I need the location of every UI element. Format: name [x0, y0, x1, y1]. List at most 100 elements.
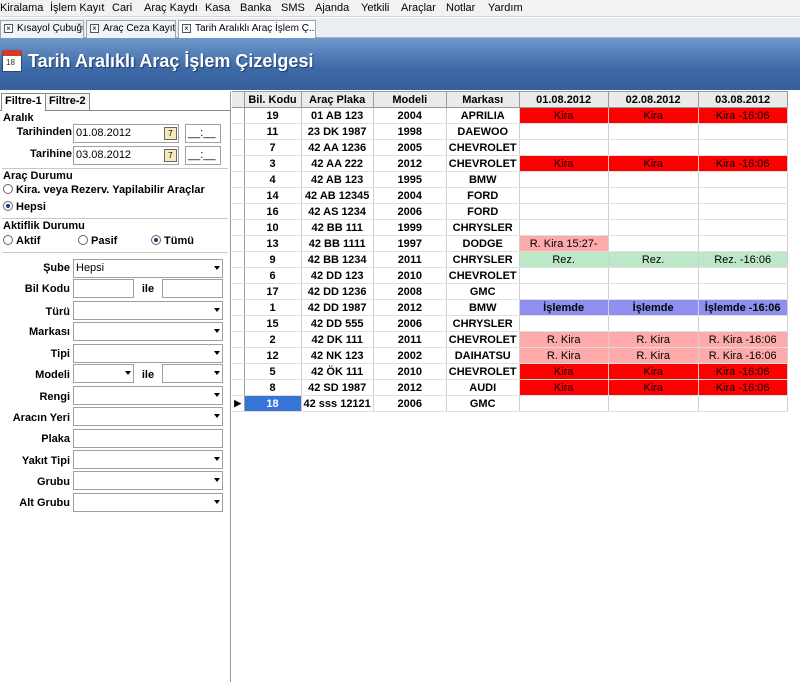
- day-status-cell[interactable]: [608, 187, 699, 204]
- model-cell[interactable]: 2008: [373, 283, 447, 300]
- model-cell[interactable]: 1997: [373, 235, 447, 252]
- model-cell[interactable]: 2011: [373, 251, 447, 268]
- day-status-cell[interactable]: Kira: [608, 363, 699, 380]
- day-status-cell[interactable]: [608, 203, 699, 220]
- plaka-cell[interactable]: 42 AS 1234: [301, 203, 374, 220]
- marka-cell[interactable]: CHEVROLET: [446, 331, 520, 348]
- marka-cell[interactable]: BMW: [446, 299, 520, 316]
- day-status-cell[interactable]: [698, 203, 788, 220]
- to-date-field[interactable]: 03.08.2012 7: [73, 146, 179, 165]
- column-header[interactable]: 03.08.2012: [697, 91, 788, 108]
- table-row[interactable]: 4 42 AB 123 1995 BMW: [232, 171, 788, 188]
- bil-kodu-cell[interactable]: 10: [244, 219, 302, 236]
- tab-filtre-2[interactable]: Filtre-2: [45, 93, 90, 110]
- alt-grubu-select[interactable]: [73, 493, 223, 512]
- day-status-cell[interactable]: [519, 219, 609, 236]
- model-cell[interactable]: 2006: [373, 203, 447, 220]
- sube-select[interactable]: Hepsi: [73, 259, 223, 278]
- bil-kodu-cell[interactable]: 2: [244, 331, 302, 348]
- day-status-cell[interactable]: [519, 187, 609, 204]
- table-row[interactable]: ▶ 18 42 sss 12121 2006 GMC: [232, 395, 788, 412]
- column-header[interactable]: Modeli: [372, 91, 447, 108]
- menu-banka[interactable]: Banka: [240, 2, 271, 14]
- bil-kodu-cell[interactable]: 19: [244, 107, 302, 124]
- table-row[interactable]: 16 42 AS 1234 2006 FORD: [232, 203, 788, 220]
- day-status-cell[interactable]: Kira: [519, 379, 609, 396]
- marka-cell[interactable]: CHRYSLER: [446, 219, 520, 236]
- marka-cell[interactable]: GMC: [446, 283, 520, 300]
- bil-kodu-cell[interactable]: 15: [244, 315, 302, 332]
- radio-pasif[interactable]: Pasif: [78, 235, 117, 247]
- radio-all-vehicles[interactable]: Hepsi: [3, 201, 46, 213]
- marka-cell[interactable]: GMC: [446, 395, 520, 412]
- calendar-picker-icon[interactable]: 7: [164, 127, 177, 140]
- day-status-cell[interactable]: [698, 395, 788, 412]
- model-cell[interactable]: 2002: [373, 347, 447, 364]
- modeli-to-select[interactable]: [162, 364, 223, 383]
- model-cell[interactable]: 2010: [373, 267, 447, 284]
- day-status-cell[interactable]: R. Kira: [608, 331, 699, 348]
- table-row[interactable]: 2 42 DK 111 2011 CHEVROLET R. Kira R. Kira R. …: [232, 331, 788, 348]
- aracin-yeri-select[interactable]: [73, 407, 223, 426]
- menu-arac-kaydi[interactable]: Araç Kaydı: [144, 2, 198, 14]
- day-status-cell[interactable]: [608, 283, 699, 300]
- model-cell[interactable]: 2004: [373, 187, 447, 204]
- model-cell[interactable]: 2005: [373, 139, 447, 156]
- day-status-cell[interactable]: Kira -16:06: [698, 107, 788, 124]
- day-status-cell[interactable]: R. Kira: [519, 331, 609, 348]
- plaka-cell[interactable]: 42 AA 1236: [301, 139, 374, 156]
- menu-kiralama[interactable]: Kiralama: [0, 2, 43, 14]
- grubu-select[interactable]: [73, 471, 223, 490]
- rengi-select[interactable]: [73, 386, 223, 405]
- plaka-cell[interactable]: 42 DD 1236: [301, 283, 374, 300]
- table-row[interactable]: 15 42 DD 555 2006 CHRYSLER: [232, 315, 788, 332]
- day-status-cell[interactable]: Rez. -16:06: [698, 251, 788, 268]
- bil-kodu-cell[interactable]: 6: [244, 267, 302, 284]
- model-cell[interactable]: 2006: [373, 315, 447, 332]
- menu-ajanda[interactable]: Ajanda: [315, 2, 349, 14]
- day-status-cell[interactable]: [519, 315, 609, 332]
- day-status-cell[interactable]: R. Kira -16:06: [698, 331, 788, 348]
- modeli-from-select[interactable]: [73, 364, 134, 383]
- day-status-cell[interactable]: Kira: [608, 107, 699, 124]
- day-status-cell[interactable]: [698, 219, 788, 236]
- plaka-cell[interactable]: 42 DD 555: [301, 315, 374, 332]
- menu-yetkili[interactable]: Yetkili: [361, 2, 389, 14]
- day-status-cell[interactable]: [519, 267, 609, 284]
- marka-cell[interactable]: DAIHATSU: [446, 347, 520, 364]
- plaka-cell[interactable]: 42 DD 123: [301, 267, 374, 284]
- day-status-cell[interactable]: [519, 171, 609, 188]
- day-status-cell[interactable]: [698, 139, 788, 156]
- menu-sms[interactable]: SMS: [281, 2, 305, 14]
- marka-cell[interactable]: DODGE: [446, 235, 520, 252]
- day-status-cell[interactable]: Kira: [519, 155, 609, 172]
- model-cell[interactable]: 2004: [373, 107, 447, 124]
- marka-cell[interactable]: FORD: [446, 203, 520, 220]
- bil-kodu-cell[interactable]: 11: [244, 123, 302, 140]
- menu-yardim[interactable]: Yardım: [488, 2, 523, 14]
- bil-kodu-to-field[interactable]: [162, 279, 223, 298]
- bil-kodu-from-field[interactable]: [73, 279, 134, 298]
- day-status-cell[interactable]: [698, 267, 788, 284]
- marka-cell[interactable]: CHRYSLER: [446, 315, 520, 332]
- marka-cell[interactable]: BMW: [446, 171, 520, 188]
- table-row[interactable]: 17 42 DD 1236 2008 GMC: [232, 283, 788, 300]
- tab-filtre-1[interactable]: Filtre-1: [1, 93, 46, 111]
- day-status-cell[interactable]: R. Kira: [608, 347, 699, 364]
- radio-tumu[interactable]: Tümü: [151, 235, 194, 247]
- marka-cell[interactable]: APRILIA: [446, 107, 520, 124]
- menu-kasa[interactable]: Kasa: [205, 2, 230, 14]
- close-icon[interactable]: ×: [182, 24, 191, 33]
- bil-kodu-cell[interactable]: 13: [244, 235, 302, 252]
- marka-cell[interactable]: AUDI: [446, 379, 520, 396]
- bil-kodu-cell[interactable]: 12: [244, 347, 302, 364]
- tab-tarih-aralikli[interactable]: × Tarih Aralıklı Araç İşlem Ç...: [178, 20, 316, 39]
- day-status-cell[interactable]: İşlemde -16:06: [698, 299, 788, 316]
- marka-cell[interactable]: CHEVROLET: [446, 139, 520, 156]
- day-status-cell[interactable]: Kira: [519, 107, 609, 124]
- day-status-cell[interactable]: Kira -16:06: [698, 155, 788, 172]
- day-status-cell[interactable]: [519, 139, 609, 156]
- marka-cell[interactable]: CHEVROLET: [446, 267, 520, 284]
- day-status-cell[interactable]: [608, 171, 699, 188]
- table-row[interactable]: 8 42 SD 1987 2012 AUDI Kira Kira Kira -16:06: [232, 379, 788, 396]
